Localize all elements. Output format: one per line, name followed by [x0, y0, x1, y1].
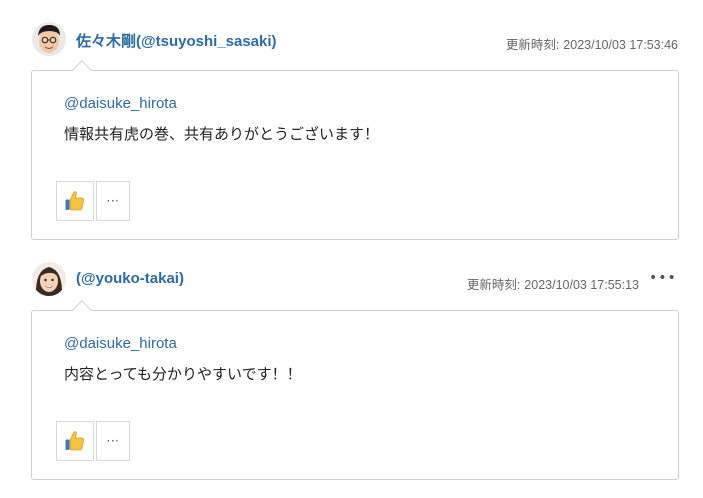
- updated-time: 2023/10/03 17:55:13: [524, 278, 639, 292]
- ellipsis-icon: ···: [106, 194, 120, 208]
- comment-item: (@youko-takai) 更新時刻: 2023/10/03 17:55:13 …: [0, 258, 703, 480]
- like-button[interactable]: [56, 421, 94, 461]
- updated-time: 2023/10/03 17:53:46: [563, 38, 678, 52]
- updated-label: 更新時刻:: [466, 278, 521, 292]
- comment-header: 佐々木剛(@tsuyoshi_sasaki) 更新時刻: 2023/10/03 1…: [0, 18, 703, 64]
- comment-header: (@youko-takai) 更新時刻: 2023/10/03 17:55:13 …: [0, 258, 703, 304]
- more-actions-button[interactable]: ···: [96, 181, 130, 221]
- comment-actions: ···: [56, 421, 130, 463]
- comment-menu-button[interactable]: •••: [649, 268, 676, 288]
- updated-timestamp: 更新時刻: 2023/10/03 17:55:13: [467, 274, 639, 293]
- more-actions-button[interactable]: ···: [96, 421, 130, 461]
- comment-text: 情報共有虎の巻、共有ありがとうございます！: [64, 125, 380, 143]
- ellipsis-icon: ···: [106, 434, 120, 448]
- mention-link[interactable]: @daisuke_hirota: [64, 95, 177, 112]
- mention-link[interactable]: @daisuke_hirota: [64, 335, 177, 352]
- comment-card: @daisuke_hirota 情報共有虎の巻、共有ありがとうございます！ ··…: [31, 60, 679, 240]
- author-link[interactable]: 佐々木剛(@tsuyoshi_sasaki): [76, 30, 277, 51]
- comment-item: 佐々木剛(@tsuyoshi_sasaki) 更新時刻: 2023/10/03 1…: [0, 18, 703, 240]
- comment-card: @daisuke_hirota 内容とっても分かりやすいです！！ ···: [31, 300, 679, 480]
- updated-label: 更新時刻:: [505, 38, 560, 52]
- comment-actions: ···: [56, 181, 130, 223]
- thumbs-up-icon: [65, 431, 84, 451]
- thumbs-up-icon: [65, 191, 84, 211]
- like-button[interactable]: [56, 181, 94, 221]
- author-link[interactable]: (@youko-takai): [76, 270, 184, 287]
- avatar[interactable]: [32, 262, 66, 296]
- updated-timestamp: 更新時刻: 2023/10/03 17:53:46: [506, 34, 678, 53]
- avatar[interactable]: [32, 22, 66, 56]
- comment-text: 内容とっても分かりやすいです！！: [64, 365, 302, 383]
